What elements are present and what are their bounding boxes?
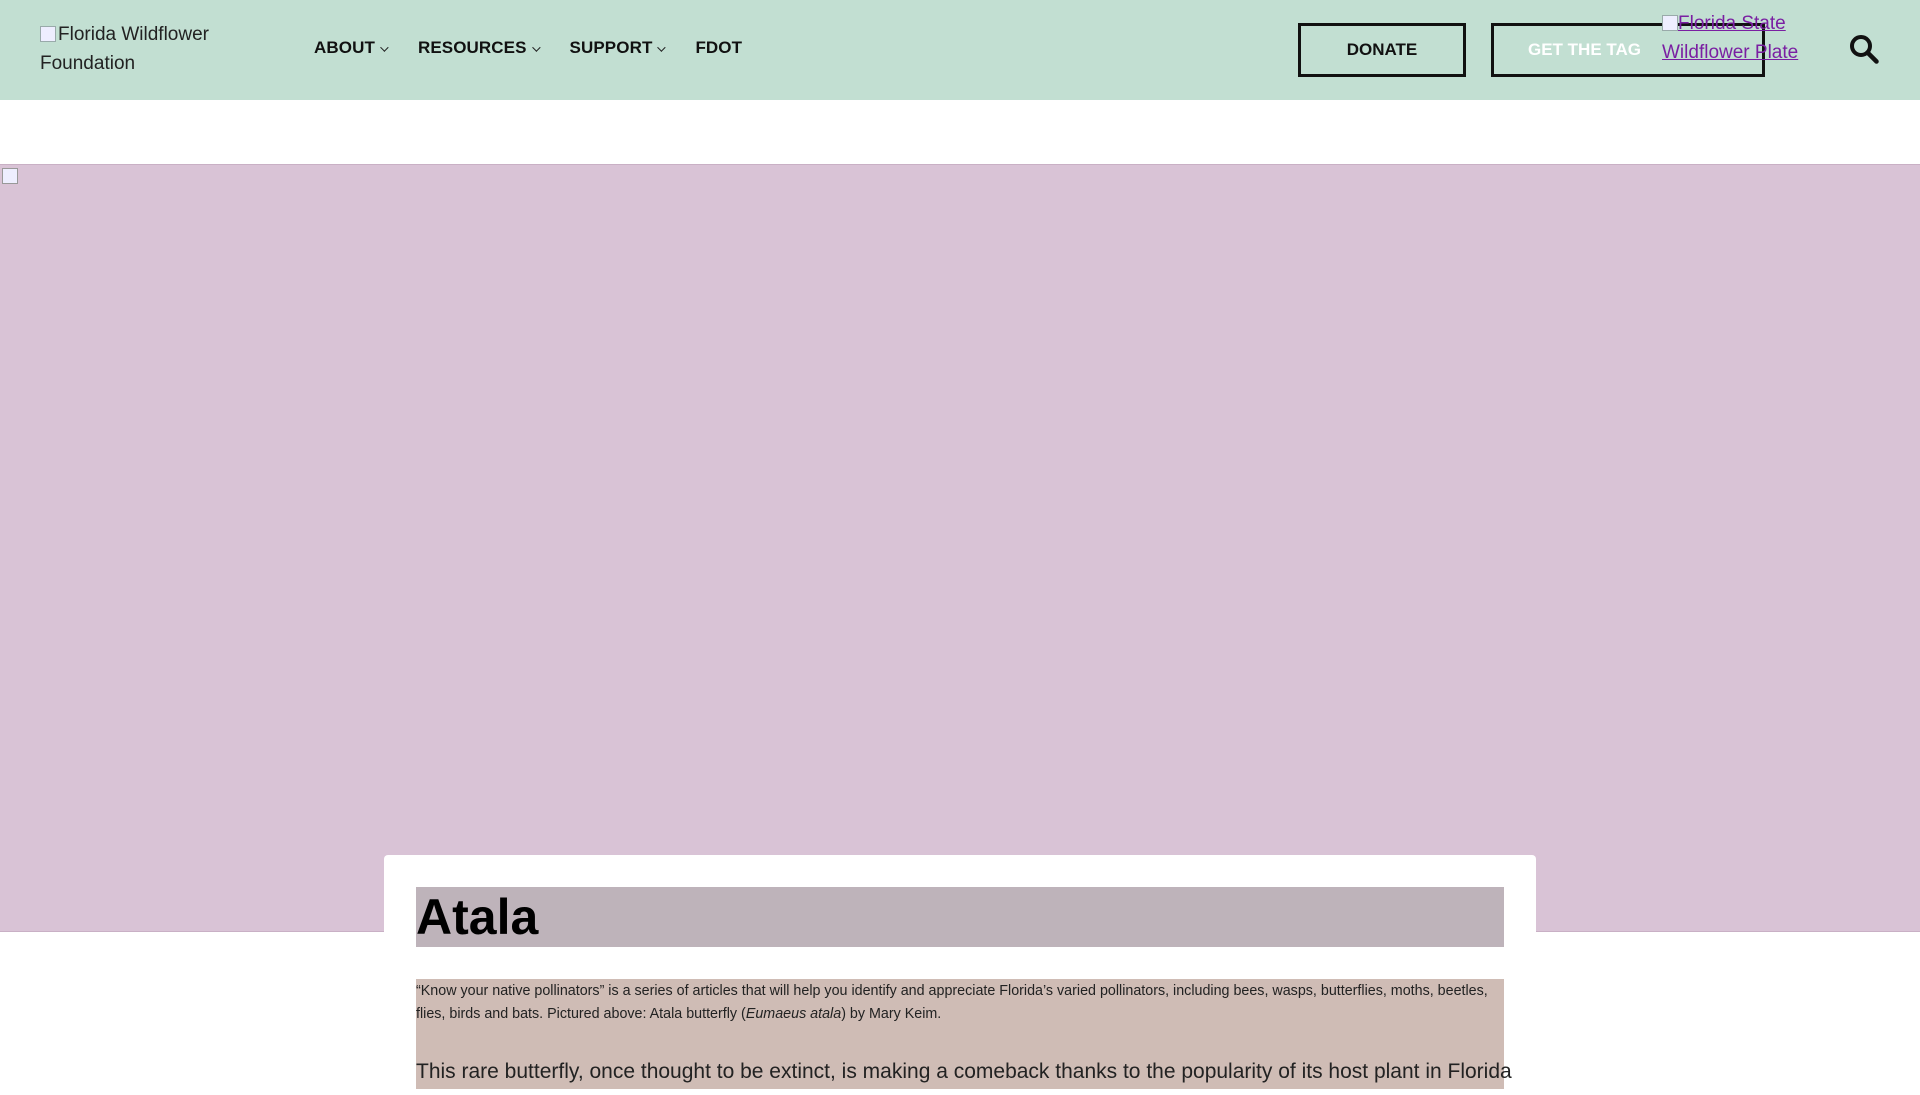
article-intro: This rare butterfly, once thought to be … [416, 1060, 1512, 1083]
nav-item-resources[interactable]: RESOURCES [417, 38, 541, 58]
broken-image-icon [40, 26, 56, 42]
page-title: Atala [416, 889, 539, 945]
main-nav: ABOUT RESOURCES SUPPORT FDOT [314, 38, 774, 58]
nav-item-label: FDOT [695, 38, 743, 57]
chevron-down-icon [380, 43, 389, 52]
site-header: Florida Wildflower Foundation ABOUT RESO… [0, 0, 1920, 100]
broken-image-icon [2, 168, 18, 184]
caption-credit: ) by Mary Keim. [841, 1006, 942, 1022]
broken-image-icon [1662, 15, 1678, 31]
donate-button[interactable]: DONATE [1298, 23, 1466, 77]
plate-alt-text: Florida State Wildflower Plate [1662, 13, 1799, 63]
wildflower-plate-link[interactable]: Florida State Wildflower Plate [1662, 9, 1812, 67]
site-logo[interactable]: Florida Wildflower Foundation [40, 20, 240, 78]
nav-item-label: RESOURCES [417, 38, 527, 57]
nav-item-fdot[interactable]: FDOT [695, 38, 742, 58]
hero-caption: “Know your native pollinators” is a seri… [416, 980, 1504, 1026]
nav-item-support[interactable]: SUPPORT [569, 38, 667, 58]
nav-item-label: SUPPORT [569, 38, 653, 57]
logo-alt-text: Florida Wildflower Foundation [40, 24, 209, 74]
species-name: Eumaeus atala [745, 1006, 842, 1022]
hero-image [0, 164, 1920, 932]
search-icon[interactable] [1848, 33, 1880, 65]
nav-item-about[interactable]: ABOUT [314, 38, 389, 58]
caption-text: “Know your native pollinators” is a seri… [416, 983, 1488, 1022]
chevron-down-icon [657, 43, 667, 52]
nav-item-label: ABOUT [314, 38, 375, 57]
chevron-down-icon [531, 43, 541, 52]
title-highlight [416, 887, 1504, 947]
